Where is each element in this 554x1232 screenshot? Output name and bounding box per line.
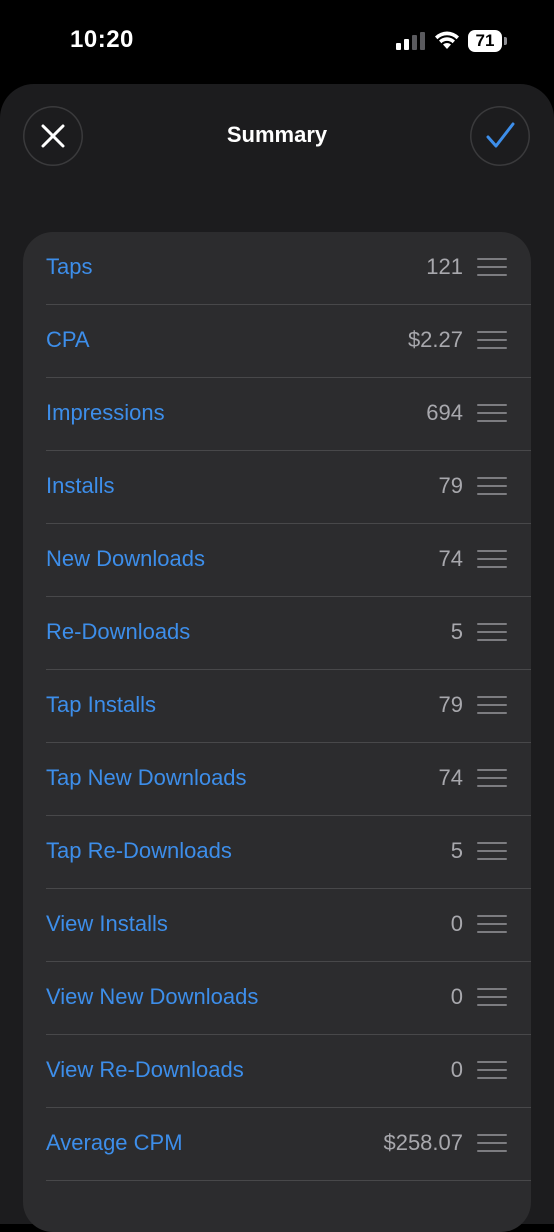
row-value: 0 [450, 1057, 463, 1082]
row-value: 79 [438, 692, 463, 717]
reorder-handle-icon[interactable] [477, 550, 507, 570]
battery-level: 71 [468, 30, 502, 52]
reorder-handle-icon[interactable] [477, 988, 507, 1008]
list-item-re-downloads[interactable]: Re-Downloads 5 [23, 597, 531, 670]
list-item-installs[interactable]: Installs 79 [23, 451, 531, 524]
reorder-handle-icon[interactable] [477, 842, 507, 862]
reorder-handle-icon[interactable] [477, 769, 507, 789]
list-item-partial[interactable] [23, 1181, 531, 1232]
row-label: Tap Re-Downloads [46, 838, 232, 863]
reorder-handle-icon[interactable] [477, 915, 507, 935]
row-value: 5 [450, 838, 463, 863]
list-item-impressions[interactable]: Impressions 694 [23, 378, 531, 451]
row-label: Installs [46, 473, 115, 498]
wifi-icon [435, 31, 459, 49]
row-value: 5 [450, 619, 463, 644]
list-item-view-installs[interactable]: View Installs 0 [23, 889, 531, 962]
list-item-tap-re-downloads[interactable]: Tap Re-Downloads 5 [23, 816, 531, 889]
row-value: 121 [426, 254, 463, 279]
row-label: View New Downloads [46, 984, 259, 1009]
reorder-handle-icon[interactable] [477, 696, 507, 716]
row-label: Impressions [46, 400, 165, 425]
list-item-view-re-downloads[interactable]: View Re-Downloads 0 [23, 1035, 531, 1108]
reorder-handle-icon[interactable] [477, 623, 507, 643]
battery-icon: 71 [468, 30, 508, 52]
reorder-handle-icon[interactable] [477, 331, 507, 351]
status-bar: 10:20 71 [0, 0, 554, 84]
row-value: 0 [450, 911, 463, 936]
summary-sheet: Summary Taps 121 CPA $2.27 Impressions 6… [0, 84, 554, 1232]
row-value: $2.27 [407, 327, 463, 352]
reorder-handle-icon[interactable] [477, 1061, 507, 1081]
confirm-button[interactable] [470, 106, 530, 166]
row-label: Re-Downloads [46, 619, 191, 644]
row-label: View Installs [46, 911, 168, 936]
row-label: New Downloads [46, 546, 205, 571]
row-label: Tap New Downloads [46, 765, 247, 790]
list-item-tap-new-downloads[interactable]: Tap New Downloads 74 [23, 743, 531, 816]
list-item-taps[interactable]: Taps 121 [23, 232, 531, 305]
checkmark-icon [486, 122, 515, 148]
row-label: View Re-Downloads [46, 1057, 244, 1082]
row-value: 74 [438, 765, 463, 790]
row-value: 79 [438, 473, 463, 498]
metrics-list: Taps 121 CPA $2.27 Impressions 694 Insta… [23, 232, 531, 1232]
row-value: 74 [438, 546, 463, 571]
row-value: 0 [450, 984, 463, 1009]
reorder-handle-icon[interactable] [477, 1134, 507, 1154]
reorder-handle-icon[interactable] [477, 404, 507, 424]
status-time: 10:20 [70, 26, 134, 53]
row-label: Taps [46, 254, 93, 279]
reorder-handle-icon[interactable] [477, 477, 507, 497]
row-label: Average CPM [46, 1130, 183, 1155]
list-item-average-cpm[interactable]: Average CPM $258.07 [23, 1108, 531, 1181]
list-item-view-new-downloads[interactable]: View New Downloads 0 [23, 962, 531, 1035]
battery-cap [504, 37, 507, 45]
row-value: 694 [426, 400, 463, 425]
signal-icon [396, 32, 425, 50]
row-label: Tap Installs [46, 692, 157, 717]
row-value: $258.07 [383, 1130, 463, 1155]
list-item-tap-installs[interactable]: Tap Installs 79 [23, 670, 531, 743]
list-item-cpa[interactable]: CPA $2.27 [23, 305, 531, 378]
reorder-handle-icon[interactable] [477, 258, 507, 278]
list-item-new-downloads[interactable]: New Downloads 74 [23, 524, 531, 597]
row-label: CPA [46, 327, 90, 352]
